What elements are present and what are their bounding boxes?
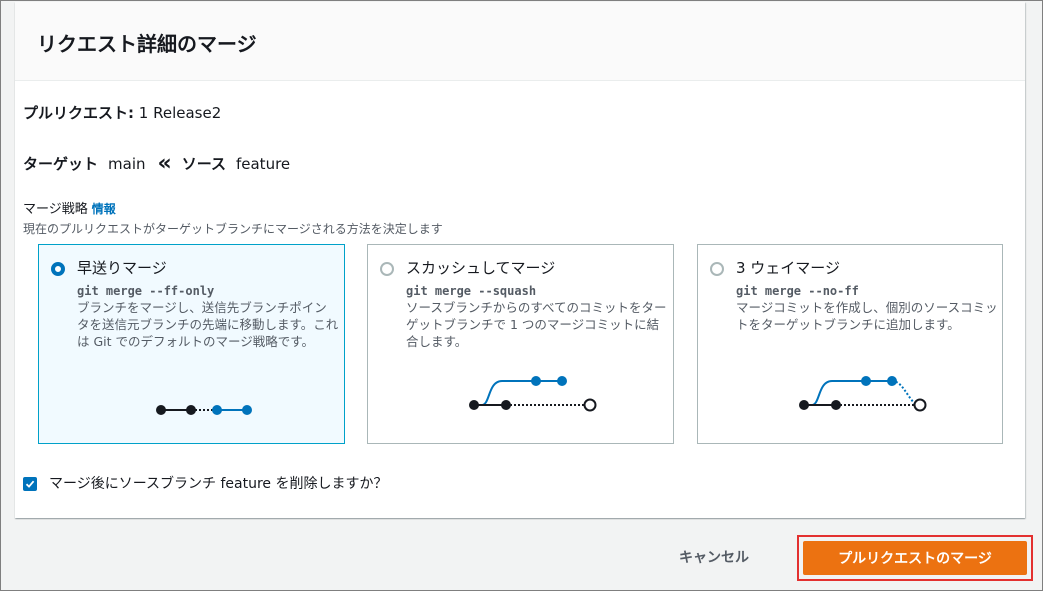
merge-strategy-label: マージ戦略 情報 <box>23 200 116 219</box>
strategy-command: git merge --no-ff <box>736 284 859 298</box>
target-value: main <box>108 155 146 173</box>
strategy-card-squash[interactable]: スカッシュしてマージ git merge --squash ソースブランチからの… <box>367 244 674 444</box>
radio-squash[interactable] <box>380 262 394 276</box>
pull-request-label: プルリクエスト: <box>23 104 134 122</box>
delete-branch-checkbox[interactable] <box>23 477 37 491</box>
info-link[interactable]: 情報 <box>92 202 116 216</box>
strategy-command: git merge --ff-only <box>77 284 215 298</box>
delete-branch-checkbox-row[interactable]: マージ後にソースブランチ feature を削除しますか？ <box>23 474 387 494</box>
strategy-card-three-way[interactable]: 3 ウェイマージ git merge --no-ff マージコミットを作成し、個… <box>697 244 1003 444</box>
strategy-title: 3 ウェイマージ <box>736 259 841 277</box>
double-chevron-left-icon: « <box>157 151 172 176</box>
pull-request-value: 1 Release2 <box>138 104 222 122</box>
checkmark-icon <box>25 480 35 488</box>
pull-request-row: プルリクエスト: 1 Release2 <box>23 102 221 124</box>
merge-button-highlight: プルリクエストのマージ <box>797 535 1033 581</box>
radio-three-way[interactable] <box>710 262 724 276</box>
panel-header: リクエスト詳細のマージ <box>15 2 1025 81</box>
cancel-button[interactable]: キャンセル <box>661 542 767 574</box>
strategy-description: ソースブランチからのすべてのコミットをターゲットブランチで 1 つのマージコミッ… <box>406 300 667 349</box>
page-title: リクエスト詳細のマージ <box>37 32 257 56</box>
merge-strategy-description: 現在のプルリクエストがターゲットブランチにマージされる方法を決定します <box>23 222 443 236</box>
fast-forward-diagram-icon <box>156 405 252 415</box>
squash-diagram-icon <box>469 376 597 412</box>
merge-pull-request-button[interactable]: プルリクエストのマージ <box>803 541 1027 575</box>
strategy-title: スカッシュしてマージ <box>406 259 556 277</box>
strategy-title: 早送りマージ <box>77 259 167 277</box>
radio-fast-forward[interactable] <box>51 262 65 276</box>
delete-branch-label: マージ後にソースブランチ feature を削除しますか？ <box>49 476 388 492</box>
source-value: feature <box>235 155 291 173</box>
target-label: ターゲット <box>23 155 99 173</box>
branch-row: ターゲット main « ソース feature <box>23 153 290 175</box>
strategy-description: マージコミットを作成し、個別のソースコミットをターゲットブランチに追加します。 <box>736 300 998 332</box>
strategy-description: ブランチをマージし、送信先ブランチポインタを送信元ブランチの先端に移動します。こ… <box>77 300 339 349</box>
source-label: ソース <box>181 155 226 173</box>
strategy-command: git merge --squash <box>406 284 537 298</box>
three-way-diagram-icon <box>799 376 927 412</box>
strategy-card-fast-forward[interactable]: 早送りマージ git merge --ff-only ブランチをマージし、送信先… <box>38 244 345 444</box>
merge-strategy-label-text: マージ戦略 <box>23 202 88 217</box>
